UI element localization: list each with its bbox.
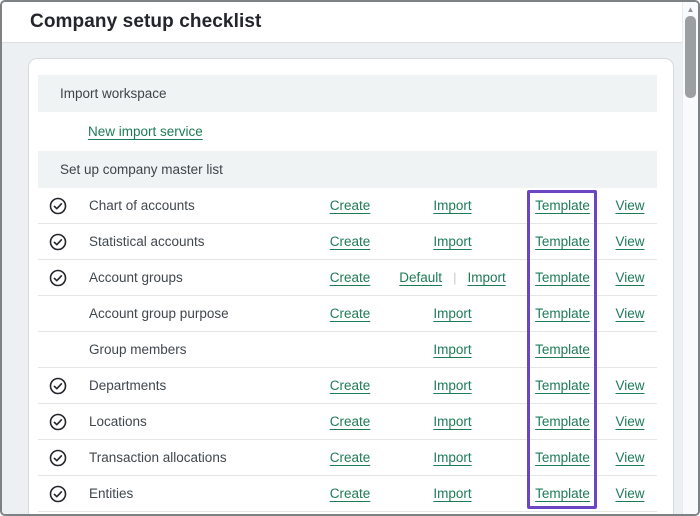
row-label: Account group purpose [80, 306, 315, 321]
import-link[interactable]: Import [433, 486, 471, 501]
view-link[interactable]: View [615, 234, 644, 249]
import-link[interactable]: Import [433, 198, 471, 213]
checklist-row-account-group-purpose: Account group purpose Create Import Temp… [38, 296, 657, 332]
import-link[interactable]: Import [433, 378, 471, 393]
import-link[interactable]: Import [433, 234, 471, 249]
import-workspace-row: New import service [38, 112, 657, 151]
page-background: Import workspace New import service Set … [2, 42, 698, 514]
checklist-row-chart-of-accounts: Chart of accounts Create Import Template… [38, 188, 657, 224]
completed-check-icon [49, 377, 67, 395]
create-link[interactable]: Create [330, 486, 371, 501]
create-link[interactable]: Create [330, 234, 371, 249]
completed-check-icon [49, 413, 67, 431]
scrollbar-thumb[interactable] [685, 16, 696, 98]
vertical-scrollbar[interactable]: ▲ [682, 2, 698, 514]
section-header-label: Import workspace [60, 86, 167, 101]
row-label: Entities [80, 486, 315, 501]
completed-check-icon [49, 449, 67, 467]
checklist-row-group-members: Group members Import Template [38, 332, 657, 368]
template-link[interactable]: Template [535, 234, 590, 249]
create-link[interactable]: Create [330, 450, 371, 465]
section-header-import-workspace: Import workspace [38, 75, 657, 112]
import-link[interactable]: Import [433, 450, 471, 465]
row-label: Transaction allocations [80, 450, 315, 465]
row-label: Departments [80, 378, 315, 393]
section-header-master-list: Set up company master list [38, 151, 657, 188]
row-label: Chart of accounts [80, 198, 315, 213]
checklist-card: Import workspace New import service Set … [28, 58, 674, 516]
template-link[interactable]: Template [535, 342, 590, 357]
template-link[interactable]: Template [535, 306, 590, 321]
checklist-row-transaction-allocations: Transaction allocations Create Import Te… [38, 440, 657, 476]
create-link[interactable]: Create [330, 270, 371, 285]
create-link[interactable]: Create [330, 306, 371, 321]
new-import-service-link[interactable]: New import service [88, 124, 203, 139]
link-separator: | [453, 270, 456, 285]
import-link[interactable]: Import [467, 270, 505, 285]
titlebar: Company setup checklist [2, 2, 698, 42]
checklist-row-statistical-accounts: Statistical accounts Create Import Templ… [38, 224, 657, 260]
row-label: Account groups [80, 270, 315, 285]
row-label: Locations [80, 414, 315, 429]
checklist-row-departments: Departments Create Import Template View [38, 368, 657, 404]
view-link[interactable]: View [615, 198, 644, 213]
template-link[interactable]: Template [535, 486, 590, 501]
template-link[interactable]: Template [535, 378, 590, 393]
completed-check-icon [49, 269, 67, 287]
completed-check-icon [49, 197, 67, 215]
completed-check-icon [49, 485, 67, 503]
view-link[interactable]: View [615, 486, 644, 501]
section-header-label: Set up company master list [60, 162, 223, 177]
import-link[interactable]: Import [433, 306, 471, 321]
checklist-row-locations: Locations Create Import Template View [38, 404, 657, 440]
template-link[interactable]: Template [535, 450, 590, 465]
create-link[interactable]: Create [330, 198, 371, 213]
import-link[interactable]: Import [433, 342, 471, 357]
company-setup-checklist-window: Company setup checklist Import workspace… [0, 0, 700, 516]
view-link[interactable]: View [615, 450, 644, 465]
view-link[interactable]: View [615, 378, 644, 393]
view-link[interactable]: View [615, 414, 644, 429]
template-link[interactable]: Template [535, 198, 590, 213]
view-link[interactable]: View [615, 270, 644, 285]
template-link[interactable]: Template [535, 414, 590, 429]
row-label: Statistical accounts [80, 234, 315, 249]
template-link[interactable]: Template [535, 270, 590, 285]
checklist-row-entities: Entities Create Import Template View [38, 476, 657, 512]
scrollbar-up-arrow-icon[interactable]: ▲ [683, 4, 698, 15]
completed-check-icon [49, 233, 67, 251]
page-title: Company setup checklist [30, 11, 261, 33]
row-label: Group members [80, 342, 315, 357]
view-link[interactable]: View [615, 306, 644, 321]
create-link[interactable]: Create [330, 414, 371, 429]
default-link[interactable]: Default [399, 270, 442, 285]
import-link[interactable]: Import [433, 414, 471, 429]
checklist-row-account-groups: Account groups Create Default | Import Tem… [38, 260, 657, 296]
create-link[interactable]: Create [330, 378, 371, 393]
